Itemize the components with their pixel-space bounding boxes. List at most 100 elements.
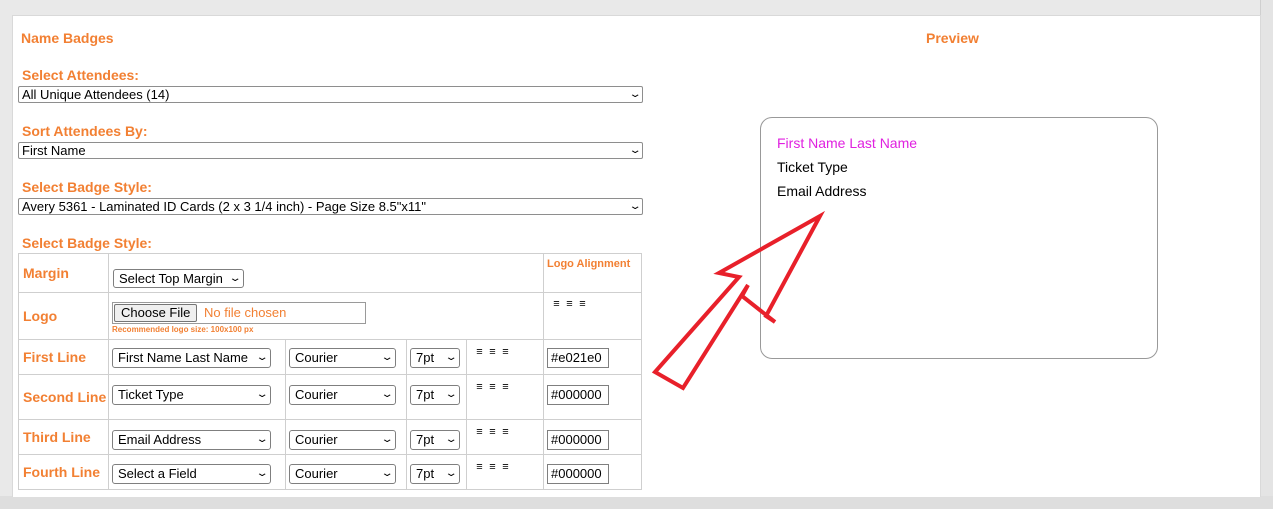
choose-file-button[interactable]: Choose File — [114, 304, 198, 322]
size-cell: 7pt ⌄ — [406, 339, 467, 375]
align-center-icon[interactable]: ≡ — [488, 461, 501, 473]
arrow-shape — [651, 210, 826, 391]
chevron-down-icon: ⌄ — [255, 468, 269, 479]
badge-style-value: Avery 5361 - Laminated ID Cards (2 x 3 1… — [22, 199, 427, 214]
top-margin-value: Select Top Margin — [119, 271, 223, 286]
select-badge-style-label: Select Badge Style: — [22, 179, 152, 195]
logo-alignment-label: Logo Alignment — [547, 258, 631, 270]
select-attendees-dropdown[interactable]: All Unique Attendees (14) ⌄ — [18, 86, 643, 103]
select-attendees-value: All Unique Attendees (14) — [22, 87, 170, 102]
line-label: Second Line — [18, 374, 109, 420]
font-dropdown[interactable]: Courier ⌄ — [289, 464, 396, 484]
chevron-down-icon: ⌄ — [380, 352, 394, 363]
field-value: Ticket Type — [118, 387, 184, 402]
preview-line-2: Ticket Type — [777, 159, 848, 175]
top-margin-dropdown[interactable]: Select Top Margin ⌄ — [113, 269, 244, 288]
chevron-down-icon: ⌄ — [444, 434, 458, 445]
font-value: Courier — [295, 387, 338, 402]
align-center-icon[interactable]: ≡ — [488, 381, 501, 393]
badge-layout-table: Margin Select Top Margin ⌄ Logo Alignmen… — [18, 253, 642, 490]
logo-alignment-cell: ≡ ≡ ≡ — [543, 292, 642, 340]
field-value: Select a Field — [118, 466, 197, 481]
margin-row: Margin Select Top Margin ⌄ Logo Alignmen… — [18, 253, 642, 293]
window-scrollbar[interactable] — [1260, 0, 1273, 509]
badge-style-dropdown[interactable]: Avery 5361 - Laminated ID Cards (2 x 3 1… — [18, 198, 643, 215]
font-value: Courier — [295, 350, 338, 365]
align-right-icon[interactable]: ≡ — [501, 461, 514, 473]
field-dropdown[interactable]: Ticket Type ⌄ — [112, 385, 271, 405]
align-cell: ≡ ≡ ≡ — [466, 339, 544, 375]
size-cell: 7pt ⌄ — [406, 454, 467, 490]
line-row: First Line First Name Last Name ⌄ Courier… — [18, 339, 642, 375]
chevron-down-icon: ⌄ — [255, 389, 269, 400]
align-left-icon[interactable]: ≡ — [552, 298, 565, 310]
align-left-icon[interactable]: ≡ — [475, 426, 488, 438]
page-title: Name Badges — [21, 30, 114, 46]
line-label: Third Line — [18, 419, 109, 455]
field-cell: Email Address ⌄ — [108, 419, 286, 455]
align-left-icon[interactable]: ≡ — [475, 381, 488, 393]
field-dropdown[interactable]: Email Address ⌄ — [112, 430, 271, 450]
size-value: 7pt — [416, 432, 435, 447]
line-row: Fourth Line Select a Field ⌄ Courier ⌄ 7pt… — [18, 454, 642, 490]
field-dropdown[interactable]: First Name Last Name ⌄ — [112, 348, 271, 368]
align-center-icon[interactable]: ≡ — [488, 426, 501, 438]
logo-alignment-icons: ≡ ≡ ≡ — [552, 298, 591, 310]
font-dropdown[interactable]: Courier ⌄ — [289, 385, 396, 405]
chevron-down-icon: ⌄ — [444, 352, 458, 363]
color-cell: #e021e0 — [543, 339, 642, 375]
sort-attendees-dropdown[interactable]: First Name ⌄ — [18, 142, 643, 159]
chevron-down-icon: ⌄ — [380, 434, 394, 445]
size-cell: 7pt ⌄ — [406, 374, 467, 420]
font-cell: Courier ⌄ — [285, 374, 407, 420]
color-input[interactable]: #000000 — [547, 430, 609, 450]
margin-label: Margin — [18, 253, 109, 293]
size-dropdown[interactable]: 7pt ⌄ — [410, 385, 460, 405]
field-value: First Name Last Name — [118, 350, 249, 365]
logo-label: Logo — [18, 292, 109, 340]
chevron-down-icon: ⌄ — [444, 389, 458, 400]
recommended-logo-size: Recommended logo size: 100x100 px — [112, 325, 254, 334]
color-input[interactable]: #000000 — [547, 385, 609, 405]
preview-line-1: First Name Last Name — [777, 135, 918, 151]
field-cell: First Name Last Name ⌄ — [108, 339, 286, 375]
size-dropdown[interactable]: 7pt ⌄ — [410, 464, 460, 484]
align-left-icon[interactable]: ≡ — [475, 461, 488, 473]
chevron-down-icon: ⌄ — [444, 468, 458, 479]
line-row: Third Line Email Address ⌄ Courier ⌄ 7pt ⌄ … — [18, 419, 642, 455]
line-alignment-icons: ≡ ≡ ≡ — [475, 461, 514, 473]
align-left-icon[interactable]: ≡ — [475, 346, 488, 358]
chevron-down-icon: ⌄ — [228, 273, 242, 284]
align-right-icon[interactable]: ≡ — [578, 298, 591, 310]
align-center-icon[interactable]: ≡ — [565, 298, 578, 310]
size-dropdown[interactable]: 7pt ⌄ — [410, 430, 460, 450]
field-dropdown[interactable]: Select a Field ⌄ — [112, 464, 271, 484]
size-cell: 7pt ⌄ — [406, 419, 467, 455]
color-input[interactable]: #000000 — [547, 464, 609, 484]
align-cell: ≡ ≡ ≡ — [466, 419, 544, 455]
align-right-icon[interactable]: ≡ — [501, 381, 514, 393]
field-cell: Select a Field ⌄ — [108, 454, 286, 490]
font-cell: Courier ⌄ — [285, 454, 407, 490]
align-right-icon[interactable]: ≡ — [501, 346, 514, 358]
logo-alignment-header: Logo Alignment — [543, 253, 642, 293]
align-cell: ≡ ≡ ≡ — [466, 454, 544, 490]
select-badge-style-label-2: Select Badge Style: — [22, 235, 152, 251]
size-dropdown[interactable]: 7pt ⌄ — [410, 348, 460, 368]
size-value: 7pt — [416, 350, 435, 365]
font-cell: Courier ⌄ — [285, 419, 407, 455]
font-dropdown[interactable]: Courier ⌄ — [289, 430, 396, 450]
line-label: Fourth Line — [18, 454, 109, 490]
preview-title: Preview — [926, 30, 979, 46]
align-right-icon[interactable]: ≡ — [501, 426, 514, 438]
size-value: 7pt — [416, 387, 435, 402]
color-input[interactable]: #e021e0 — [547, 348, 609, 368]
align-cell: ≡ ≡ ≡ — [466, 374, 544, 420]
font-dropdown[interactable]: Courier ⌄ — [289, 348, 396, 368]
logo-file-input[interactable]: Choose File No file chosen — [112, 302, 366, 324]
annotation-arrow-icon — [651, 210, 826, 391]
window-bottom-bar — [0, 496, 1273, 509]
align-center-icon[interactable]: ≡ — [488, 346, 501, 358]
field-value: Email Address — [118, 432, 202, 447]
line-alignment-icons: ≡ ≡ ≡ — [475, 381, 514, 393]
